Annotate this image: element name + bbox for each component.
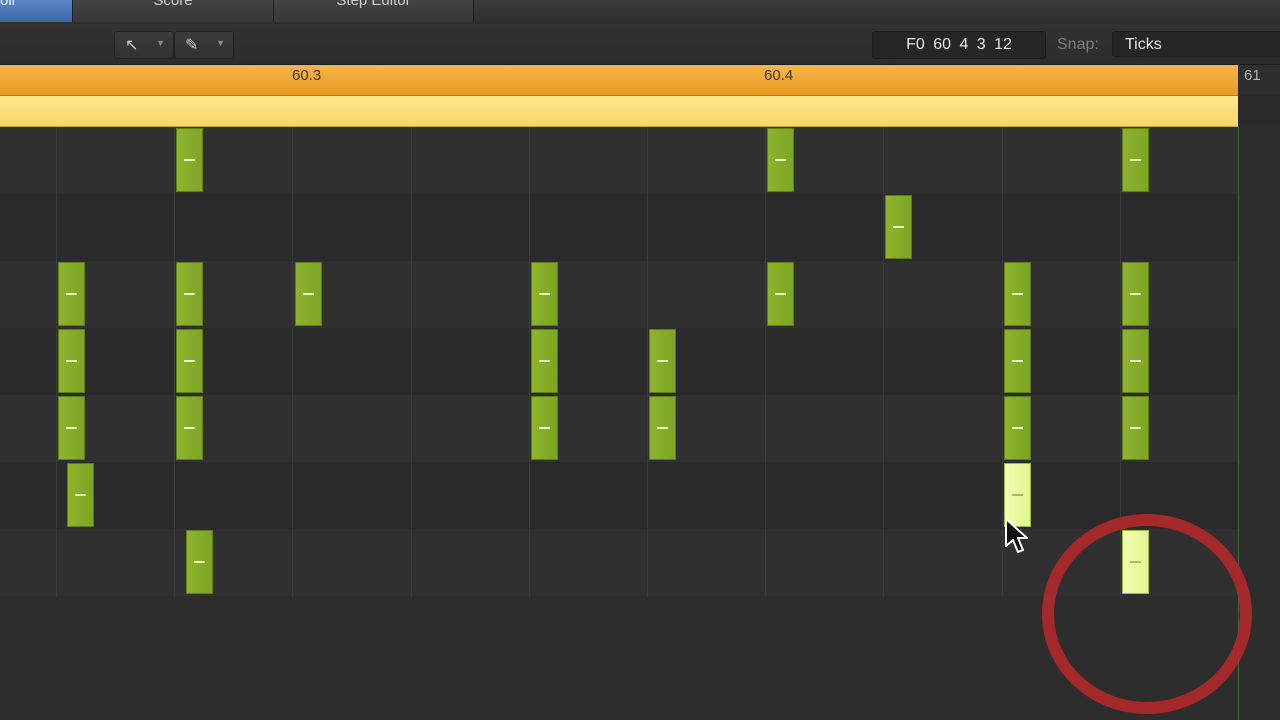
pitch-row (0, 462, 1238, 529)
midi-note[interactable] (649, 329, 676, 393)
tab-piano-roll[interactable]: oll (0, 0, 73, 22)
grid-line (292, 127, 293, 597)
midi-note[interactable] (885, 195, 912, 259)
midi-note[interactable] (1122, 329, 1149, 393)
editor-tab-strip: oll Score Step Editor (0, 0, 1280, 25)
pointer-tool-menu[interactable]: ↖ ▼ (114, 31, 174, 59)
midi-note[interactable] (1004, 262, 1031, 326)
highlight-ring (1042, 514, 1252, 714)
midi-note[interactable] (1004, 329, 1031, 393)
ruler-label-61: 61 (1244, 67, 1261, 84)
grid-line (647, 127, 648, 597)
midi-note[interactable] (176, 128, 203, 192)
midi-note[interactable] (295, 262, 322, 326)
tab-step-editor-label: Step Editor (336, 0, 411, 9)
tab-score[interactable]: Score (73, 0, 274, 22)
chevron-down-icon: ▼ (156, 38, 165, 48)
midi-note[interactable] (58, 329, 85, 393)
midi-note[interactable] (58, 396, 85, 460)
ruler-label-60-4: 60.4 (764, 67, 794, 84)
piano-roll-toolbar: ↖ ▼ ✎ ▼ F0 60 4 3 12 Snap: Ticks (0, 24, 1280, 65)
snap-label: Snap: (1057, 36, 1099, 53)
chevron-down-icon: ▼ (216, 38, 225, 48)
pencil-icon: ✎ (185, 37, 199, 54)
midi-note[interactable] (176, 262, 203, 326)
midi-note[interactable] (176, 329, 203, 393)
pitch-row (0, 194, 1238, 261)
mouse-pointer-icon (1005, 518, 1028, 553)
bar-ruler[interactable]: 60.3 60.4 (0, 65, 1238, 96)
position-display: F0 60 4 3 12 (872, 31, 1046, 59)
midi-note[interactable] (1122, 128, 1149, 192)
region-header[interactable] (0, 96, 1238, 127)
grid-line (1002, 127, 1003, 597)
midi-note[interactable] (176, 396, 203, 460)
midi-note[interactable] (531, 329, 558, 393)
midi-note[interactable] (186, 530, 213, 594)
midi-note[interactable] (1004, 396, 1031, 460)
grid-line (529, 127, 530, 597)
pointer-icon: ↖ (125, 37, 139, 54)
tab-piano-roll-label: oll (0, 0, 16, 9)
midi-note[interactable] (67, 463, 94, 527)
tab-score-label: Score (153, 0, 193, 9)
midi-note[interactable] (1122, 396, 1149, 460)
snap-select[interactable]: Ticks (1112, 31, 1280, 57)
midi-note[interactable] (531, 262, 558, 326)
pencil-tool-menu[interactable]: ✎ ▼ (174, 31, 234, 59)
midi-note[interactable] (58, 262, 85, 326)
tab-step-editor[interactable]: Step Editor (274, 0, 474, 22)
midi-note[interactable] (649, 396, 676, 460)
grid-line (883, 127, 884, 597)
midi-note[interactable] (767, 262, 794, 326)
midi-note[interactable] (531, 396, 558, 460)
grid-line (411, 127, 412, 597)
grid-line (174, 127, 175, 597)
ruler-label-60-3: 60.3 (292, 67, 322, 84)
midi-note[interactable] (767, 128, 794, 192)
midi-note[interactable] (1122, 262, 1149, 326)
grid-line (56, 127, 57, 597)
grid-line (765, 127, 766, 597)
